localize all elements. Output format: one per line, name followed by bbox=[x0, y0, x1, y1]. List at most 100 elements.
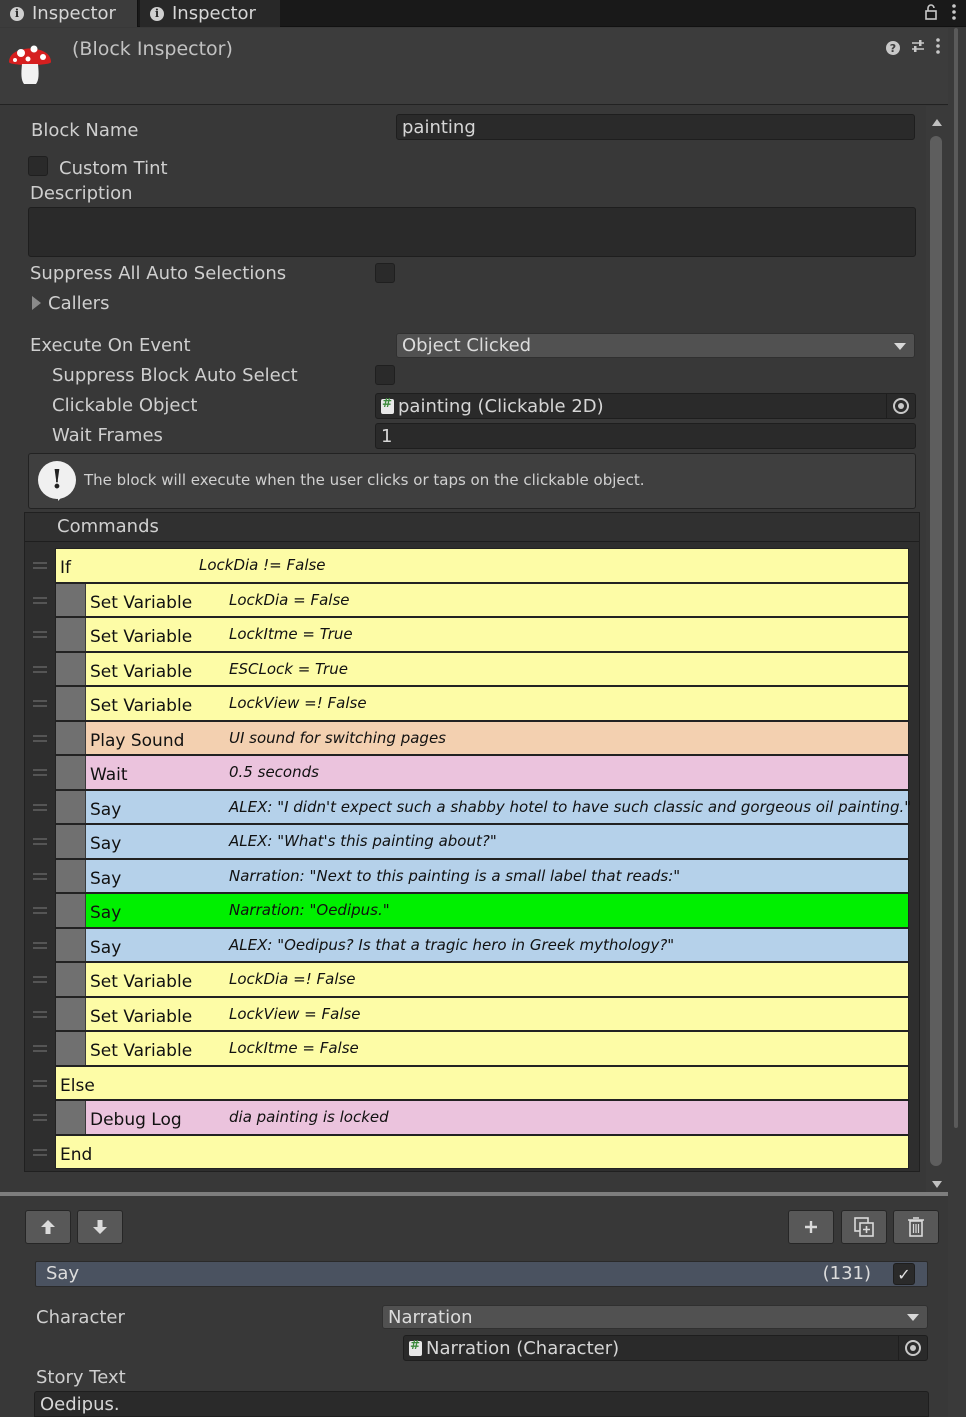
command-row[interactable]: Debug Log dia painting is locked bbox=[55, 1100, 909, 1135]
story-text-label: Story Text bbox=[36, 1367, 126, 1388]
help-box: ! The block will execute when the user c… bbox=[28, 453, 916, 509]
command-row[interactable]: Say Narration: "Next to this painting is … bbox=[55, 859, 909, 893]
command-row[interactable]: Say ALEX: "I didn't expect such a shabby … bbox=[55, 790, 911, 824]
command-row[interactable]: Set Variable LockItme = True bbox=[55, 617, 909, 652]
indent-block bbox=[56, 756, 86, 789]
block-name-label: Block Name bbox=[31, 120, 139, 141]
info-icon: i bbox=[10, 6, 24, 21]
kebab-menu-icon[interactable] bbox=[952, 4, 956, 25]
command-row[interactable]: Set Variable LockDia = False bbox=[55, 583, 909, 617]
suppress-block-label: Suppress Block Auto Select bbox=[52, 365, 298, 386]
page-title: (Block Inspector) bbox=[72, 38, 233, 60]
lock-icon[interactable] bbox=[924, 4, 938, 25]
indent-block bbox=[56, 998, 86, 1030]
foldout-arrow-icon[interactable] bbox=[32, 296, 41, 310]
help-icon[interactable]: ? bbox=[886, 41, 900, 55]
indent-block bbox=[56, 963, 86, 996]
command-row[interactable]: Set Variable ESCLock = True bbox=[55, 652, 909, 686]
description-textarea[interactable] bbox=[28, 207, 916, 257]
execute-on-event-value: Object Clicked bbox=[402, 335, 532, 356]
command-row[interactable]: Set Variable LockView =! False bbox=[55, 686, 909, 721]
duplicate-command-button[interactable] bbox=[841, 1210, 887, 1244]
object-picker-icon[interactable] bbox=[905, 1340, 921, 1356]
command-row[interactable]: Else bbox=[55, 1066, 909, 1100]
command-row[interactable]: End bbox=[55, 1135, 909, 1169]
move-up-button[interactable] bbox=[25, 1210, 71, 1244]
commands-list: Commands If LockDia != False Set Variable L… bbox=[24, 512, 920, 1172]
story-text-input[interactable]: Oedipus. bbox=[34, 1391, 929, 1417]
command-name: Set Variable bbox=[90, 593, 193, 613]
command-name: Say bbox=[90, 834, 122, 854]
indent-block bbox=[56, 1032, 86, 1065]
command-summary: LockView =! False bbox=[229, 694, 367, 712]
chevron-down-icon bbox=[894, 342, 906, 350]
command-row[interactable]: Say ALEX: "What's this painting about?" bbox=[55, 824, 909, 859]
move-down-button[interactable] bbox=[77, 1210, 123, 1244]
scroll-thumb[interactable] bbox=[930, 136, 942, 1166]
command-row[interactable]: Say Narration: "Oedipus." bbox=[55, 893, 909, 928]
selected-command-header[interactable]: Say (131) ✓ bbox=[35, 1261, 928, 1287]
command-name: Set Variable bbox=[90, 627, 193, 647]
custom-tint-checkbox[interactable] bbox=[28, 156, 48, 176]
command-name: Set Variable bbox=[90, 1007, 193, 1027]
command-summary: LockView = False bbox=[229, 1005, 361, 1023]
command-summary: LockDia != False bbox=[199, 556, 326, 574]
command-name: Wait bbox=[90, 765, 128, 785]
inspector-header: (Block Inspector) ? bbox=[0, 28, 948, 105]
command-row[interactable]: If LockDia != False bbox=[55, 548, 909, 583]
script-icon bbox=[381, 396, 394, 414]
wait-frames-label: Wait Frames bbox=[52, 425, 163, 446]
command-summary: Narration: "Next to this painting is a s… bbox=[229, 867, 681, 885]
command-summary: LockItme = True bbox=[229, 625, 353, 643]
tab-inspector-1[interactable]: i Inspector bbox=[0, 0, 138, 27]
vertical-scrollbar[interactable] bbox=[926, 106, 948, 1192]
command-row[interactable]: Play Sound UI sound for switching pages bbox=[55, 721, 909, 755]
command-row[interactable]: Wait 0.5 seconds bbox=[55, 755, 909, 790]
command-summary: UI sound for switching pages bbox=[229, 729, 446, 747]
commands-header: Commands bbox=[25, 513, 919, 542]
clickable-object-field[interactable]: painting (Clickable 2D) bbox=[375, 393, 916, 419]
chevron-down-icon bbox=[907, 1314, 919, 1321]
duplicate-icon bbox=[854, 1217, 874, 1237]
command-summary: 0.5 seconds bbox=[229, 763, 319, 781]
command-name: Say bbox=[90, 903, 122, 923]
character-object-field[interactable]: Narration (Character) bbox=[403, 1335, 928, 1361]
right-edge-strip bbox=[948, 28, 966, 1417]
wait-frames-input[interactable]: 1 bbox=[375, 423, 916, 449]
suppress-all-label: Suppress All Auto Selections bbox=[30, 263, 287, 284]
indent-block bbox=[56, 791, 86, 823]
object-picker-icon[interactable] bbox=[893, 398, 909, 414]
tab-inspector-2[interactable]: i Inspector bbox=[140, 0, 280, 27]
custom-tint-label: Custom Tint bbox=[59, 158, 168, 179]
kebab-menu-icon[interactable] bbox=[936, 38, 940, 58]
indent-block bbox=[56, 687, 86, 720]
command-summary: LockDia = False bbox=[229, 591, 350, 609]
callers-foldout[interactable]: Callers bbox=[48, 293, 109, 314]
indent-block bbox=[56, 929, 86, 961]
description-label: Description bbox=[30, 183, 133, 204]
delete-command-button[interactable] bbox=[893, 1210, 939, 1244]
suppress-block-checkbox[interactable] bbox=[375, 365, 395, 385]
indent-block bbox=[56, 825, 86, 858]
command-summary: Narration: "Oedipus." bbox=[229, 901, 390, 919]
command-row[interactable]: Say ALEX: "Oedipus? Is that a tragic hero… bbox=[55, 928, 909, 962]
command-row[interactable]: Set Variable LockItme = False bbox=[55, 1031, 909, 1066]
selected-command-count: (131) bbox=[822, 1263, 871, 1284]
add-command-button[interactable] bbox=[788, 1210, 834, 1244]
command-name: Say bbox=[90, 938, 122, 958]
sliders-icon[interactable] bbox=[910, 38, 926, 58]
command-enabled-checkbox[interactable]: ✓ bbox=[893, 1263, 915, 1285]
scroll-up-icon[interactable] bbox=[932, 119, 942, 126]
tab-label: Inspector bbox=[172, 3, 256, 24]
suppress-all-checkbox[interactable] bbox=[375, 263, 395, 283]
command-name: Debug Log bbox=[90, 1110, 182, 1130]
indent-block bbox=[56, 1101, 86, 1134]
character-dropdown[interactable]: Narration bbox=[382, 1305, 928, 1329]
command-row[interactable]: Set Variable LockView = False bbox=[55, 997, 909, 1031]
scroll-down-icon[interactable] bbox=[932, 1181, 942, 1188]
command-name: End bbox=[60, 1145, 93, 1165]
indent-block bbox=[56, 860, 86, 892]
execute-on-event-dropdown[interactable]: Object Clicked bbox=[396, 333, 915, 358]
block-name-input[interactable]: painting bbox=[396, 114, 915, 140]
command-row[interactable]: Set Variable LockDia =! False bbox=[55, 962, 909, 997]
